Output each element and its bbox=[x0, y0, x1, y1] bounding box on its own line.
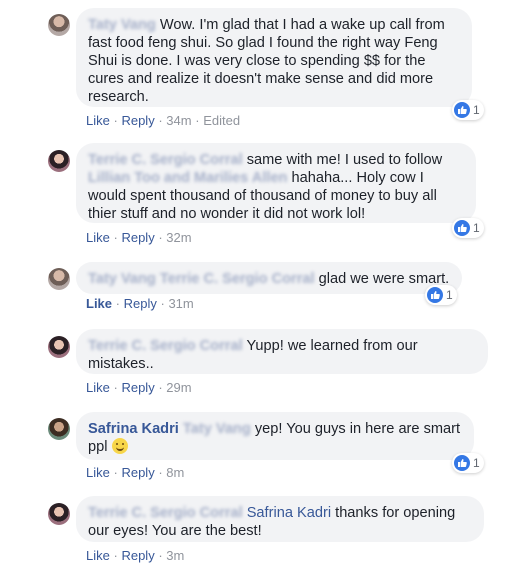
mentioned-user[interactable]: Safrina Kadri bbox=[247, 505, 331, 521]
comment-time[interactable]: 8m bbox=[166, 465, 184, 480]
like-link[interactable]: Like bbox=[86, 296, 112, 311]
comment-text: same with me! I used to follow bbox=[246, 152, 443, 168]
like-link[interactable]: Like bbox=[86, 113, 110, 128]
comment-text: glad we were smart. bbox=[318, 271, 450, 287]
comment-author[interactable]: Terrie C. Sergio Corral bbox=[88, 505, 243, 521]
tagged-names[interactable]: Lillian Too and Marilies Allen bbox=[88, 170, 287, 186]
avatar[interactable] bbox=[48, 150, 70, 172]
comment-author[interactable]: Terrie C. Sergio Corral bbox=[88, 152, 243, 168]
reply-link[interactable]: Reply bbox=[121, 548, 154, 563]
reaction-number: 1 bbox=[473, 221, 480, 235]
comment-time[interactable]: 32m bbox=[166, 230, 191, 245]
edited-label[interactable]: Edited bbox=[203, 113, 240, 128]
comment-bubble: Terrie C. Sergio Corral Safrina Kadri th… bbox=[76, 496, 484, 542]
avatar[interactable] bbox=[48, 14, 70, 36]
comment-author[interactable]: Terrie C. Sergio Corral bbox=[88, 338, 243, 354]
reply-link[interactable]: Reply bbox=[121, 380, 154, 395]
comment-bubble: Terrie C. Sergio Corral same with me! I … bbox=[76, 143, 476, 223]
avatar[interactable] bbox=[48, 336, 70, 358]
reaction-count[interactable]: 1 bbox=[452, 100, 484, 120]
reaction-count[interactable]: 1 bbox=[452, 453, 484, 473]
tagged-name[interactable]: Terrie C. Sergio Corral bbox=[160, 271, 315, 287]
comment-actions: Like · Reply · 34m · Edited bbox=[86, 113, 241, 128]
reply-link[interactable]: Reply bbox=[121, 465, 154, 480]
like-link[interactable]: Like bbox=[86, 465, 110, 480]
comment-bubble: Terrie C. Sergio Corral Yupp! we learned… bbox=[76, 329, 488, 374]
avatar[interactable] bbox=[48, 503, 70, 525]
like-link[interactable]: Like bbox=[86, 548, 110, 563]
like-reaction-icon bbox=[454, 102, 470, 118]
comment-actions: Like · Reply · 29m bbox=[86, 380, 192, 395]
comment-author[interactable]: Taty Vang bbox=[88, 271, 156, 287]
comment-actions: Like · Reply · 3m bbox=[86, 548, 185, 563]
comment-time[interactable]: 34m bbox=[166, 113, 191, 128]
reply-link[interactable]: Reply bbox=[121, 230, 154, 245]
comment-time[interactable]: 31m bbox=[168, 296, 193, 311]
comment-author[interactable]: Taty Vang bbox=[88, 17, 156, 33]
avatar[interactable] bbox=[48, 418, 70, 440]
avatar[interactable] bbox=[48, 268, 70, 290]
like-reaction-icon bbox=[454, 220, 470, 236]
like-link[interactable]: Like bbox=[86, 380, 110, 395]
tagged-name[interactable]: Taty Vang bbox=[183, 421, 251, 437]
reaction-number: 1 bbox=[473, 103, 480, 117]
comment-actions: Like · Reply · 32m bbox=[86, 230, 192, 245]
comment-author[interactable]: Safrina Kadri bbox=[88, 421, 179, 437]
reaction-count[interactable]: 1 bbox=[452, 218, 484, 238]
reaction-count[interactable]: 1 bbox=[425, 285, 457, 305]
reaction-number: 1 bbox=[446, 288, 453, 302]
comment-time[interactable]: 29m bbox=[166, 380, 191, 395]
like-reaction-icon bbox=[454, 455, 470, 471]
comment-bubble: Taty Vang Wow. I'm glad that I had a wak… bbox=[76, 8, 472, 107]
reaction-number: 1 bbox=[473, 456, 480, 470]
like-reaction-icon bbox=[427, 287, 443, 303]
reply-link[interactable]: Reply bbox=[121, 113, 154, 128]
comment-actions: Like · Reply · 31m bbox=[86, 296, 194, 311]
comment-time[interactable]: 3m bbox=[166, 548, 184, 563]
comment-actions: Like · Reply · 8m bbox=[86, 465, 185, 480]
smiley-emoji-icon bbox=[111, 438, 128, 454]
reply-link[interactable]: Reply bbox=[124, 296, 157, 311]
like-link[interactable]: Like bbox=[86, 230, 110, 245]
comment-bubble: Safrina Kadri Taty Vang yep! You guys in… bbox=[76, 412, 474, 460]
comment-bubble: Taty Vang Terrie C. Sergio Corral glad w… bbox=[76, 262, 462, 294]
